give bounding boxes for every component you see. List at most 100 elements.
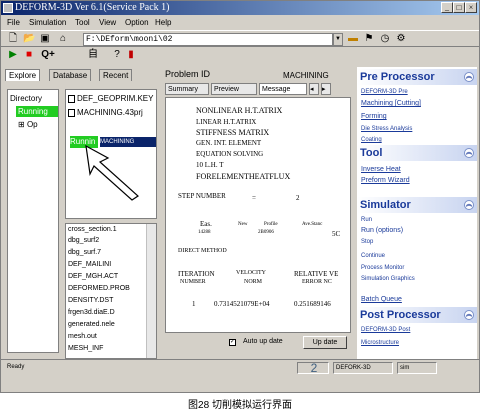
update-button[interactable]: Up date [303,336,347,349]
path-dropdown-icon[interactable]: ▼ [333,33,343,46]
pre-processor-title: Pre Processor [360,71,435,83]
sim-item[interactable]: Batch Queue [361,296,402,303]
tab-database[interactable]: Database [49,69,92,81]
list-item[interactable]: DENSITY.DST [68,297,113,304]
new-value: 2B0906 [258,230,274,235]
minimize-button[interactable]: _ [441,2,453,13]
deform-window: DEFORM-3D Ver 6.1(Service Pack 1) _ □ × … [0,0,480,393]
run-icon[interactable]: ▶ [7,49,19,61]
status-app: DEFORK-3D [333,362,393,374]
document-icon[interactable]: 自 [87,49,99,61]
pre-item[interactable]: Machining [Cutting] [361,100,421,107]
pre-processor-header[interactable]: Pre Processor ︽ [357,69,477,85]
sim-item[interactable]: Run (options) [361,227,403,234]
tab-recent[interactable]: Recent [99,69,133,81]
list-item[interactable]: DEFORMED.PROB [68,285,130,292]
list-item[interactable]: MESH_INF [68,345,103,352]
simulator-header[interactable]: Simulator ︽ [357,197,477,213]
status-ready: Ready [7,364,25,370]
pre-item[interactable]: Die Stress Analysis [361,126,412,132]
velocity-norm: 0.7314521079E+04 [214,300,270,308]
collapse-icon[interactable]: ︽ [464,200,474,210]
tool-header[interactable]: Tool ︽ [357,145,477,161]
close-button[interactable]: × [465,2,477,13]
flag-icon[interactable]: ⚑ [363,33,375,45]
menu-option[interactable]: Option [125,16,149,29]
path-input[interactable]: F:\DEform\mooni\02 [83,33,333,46]
open-folder-icon[interactable]: 📂 [23,33,35,45]
tab-message[interactable]: Message [259,83,307,95]
tool-item[interactable]: Inverse Heat [361,166,401,173]
list-item[interactable]: mesh.out [68,333,97,340]
clock-icon[interactable]: ◷ [379,33,391,45]
post-item[interactable]: DEFORM-3D Post [361,327,410,333]
new-label: New [238,222,248,227]
tab-summary[interactable]: Summary [165,83,209,95]
tab-scroll-left-icon[interactable]: ◂ [309,83,319,95]
file-icon [68,94,75,103]
post-processor-header[interactable]: Post Processor ︽ [357,307,477,323]
list-item[interactable]: dbg_surf2 [68,237,99,244]
iter-number: 1 [192,300,196,308]
step-label: STEP NUMBER [178,192,226,200]
settings-icon[interactable]: ⚙ [395,33,407,45]
pre-item[interactable]: Forming [361,113,387,120]
file-item[interactable]: DEF_GEOPRIM.KEY [68,94,153,103]
tab-explore[interactable]: Explore [5,69,41,81]
menu-view[interactable]: View [99,16,116,29]
autoupdate-checkbox[interactable]: ✓ [229,339,236,346]
add-query-icon[interactable]: Q+ [37,49,59,61]
post-item[interactable]: Microstructure [361,340,399,346]
collapse-icon[interactable]: ︽ [464,72,474,82]
app-icon [3,3,13,13]
menu-tool[interactable]: Tool [75,16,90,29]
tree-node-op-label: Op [26,120,38,129]
list-scrollbar[interactable] [146,224,156,358]
window-title: DEFORM-3D Ver 6.1(Service Pack 1) [15,2,170,13]
pre-item[interactable]: DEFORM-3D Pre [361,89,408,95]
autoupdate-label: Auto up date [243,338,283,345]
tool-item[interactable]: Preform Wizard [361,177,410,184]
new-file-icon[interactable]: 🗋 [7,33,19,45]
sim-item[interactable]: Process Monitor [361,265,404,271]
help-icon[interactable]: ? [111,49,123,61]
list-item[interactable]: generated.nele [68,321,115,328]
pre-item[interactable]: Coating [361,137,382,143]
list-item[interactable]: DEF_MGH.ACT [68,273,118,280]
post-processor-title: Post Processor [360,309,441,321]
toolbar-bottom: ▶ ■ Q+ 自 ? ▮ [1,47,479,64]
sim-item[interactable]: Simulation Graphics [361,276,415,282]
tree-node-running[interactable]: Running [16,106,58,117]
folder-icon[interactable]: ▬ [347,33,359,45]
avestanc-label: Ave.Stanc [302,222,323,227]
menu-help[interactable]: Help [155,16,171,29]
log-line: STIFFNESS MATRIX [196,128,270,137]
collapse-icon[interactable]: ︽ [464,310,474,320]
list-item[interactable]: frgen3d.diaE.D [68,309,115,316]
save-icon[interactable]: ▣ [39,33,51,45]
lock-icon[interactable]: ⌂ [57,33,69,45]
collapse-icon[interactable]: ︽ [464,148,474,158]
pointer-arrow-icon [85,144,139,201]
title-bar: DEFORM-3D Ver 6.1(Service Pack 1) _ □ × [1,1,479,15]
tab-scroll-right-icon[interactable]: ▸ [321,83,331,95]
maximize-button[interactable]: □ [453,2,465,13]
list-item[interactable]: DEF_MAILINI [68,261,111,268]
file-list: DEF_GEOPRIM.KEY MACHINING.43prj Runnin M… [65,89,157,219]
explorer-panel: Explore Database Recent Directory Runnin… [3,67,159,359]
tree-node-op[interactable]: ⊞ Op [18,120,38,129]
simulator-title: Simulator [360,199,411,211]
menu-simulation[interactable]: Simulation [29,16,66,29]
list-item[interactable]: dbg_surf.7 [68,249,101,256]
sim-item[interactable]: Stop [361,239,373,245]
sim-item[interactable]: Run [361,217,372,223]
step-eq: = [252,194,256,202]
sim-item[interactable]: Continue [361,253,385,259]
file-item[interactable]: MACHINING.43prj [68,108,143,117]
list-item[interactable]: cross_section.1 [68,226,117,233]
log-line: LINEAR H.T.ATRIX [196,118,257,126]
tab-preview[interactable]: Preview [211,83,257,95]
stop-icon[interactable]: ■ [23,49,35,61]
book-icon[interactable]: ▮ [125,49,137,61]
menu-file[interactable]: File [7,16,20,29]
